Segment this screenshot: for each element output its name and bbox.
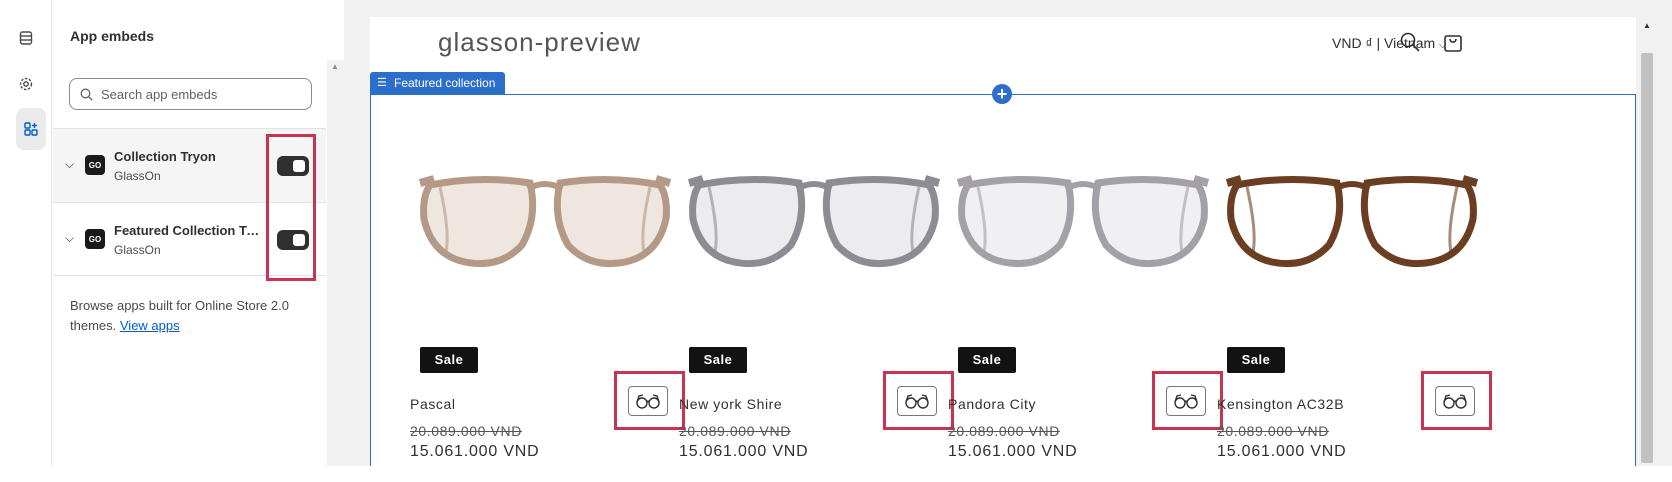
glasses-image[interactable] (948, 157, 1218, 272)
chevron-down-icon[interactable]: ⌵ (65, 157, 74, 172)
scrollbar-thumb[interactable] (1641, 53, 1653, 463)
sale-badge: Sale (958, 347, 1016, 373)
section-tag[interactable]: ☰ Featured collection (370, 72, 506, 94)
product-old-price: 20.089.000 VND (1217, 423, 1329, 439)
product-card[interactable]: Sale New york Shire 20.089.000 VND 15.061.0… (679, 157, 955, 460)
search-input[interactable]: Search app embeds (69, 78, 312, 110)
highlight-box (883, 371, 954, 430)
sections-icon: ☰ (377, 77, 387, 89)
currency-selector[interactable]: VND ₫ | Vietnam ⌵ (1332, 35, 1447, 51)
scroll-up-icon[interactable]: ▲ (331, 62, 339, 71)
product-old-price: 20.089.000 VND (679, 423, 791, 439)
glasses-image[interactable] (1217, 157, 1487, 272)
sections-icon[interactable] (10, 22, 42, 54)
product-name[interactable]: Pascal (410, 396, 456, 412)
product-name[interactable]: New york Shire (679, 396, 782, 412)
theme-editor: App embeds Search app embeds ⌵ GO Collec… (0, 0, 1672, 482)
product-old-price: 20.089.000 VND (948, 423, 1060, 439)
embed-vendor: GlassOn (114, 243, 161, 257)
glasson-logo: GO (85, 155, 105, 175)
view-apps-link[interactable]: View apps (120, 318, 180, 333)
glasses-image[interactable] (679, 157, 949, 272)
product-card[interactable]: Sale Pandora City 20.089.000 VND 15.061.000… (948, 157, 1224, 460)
browse-apps-text: Browse apps built for Online Store 2.0 t… (70, 298, 289, 333)
store-preview: glasson-preview VND ₫ | Vietnam ⌵ ☰ Featu… (370, 17, 1636, 466)
highlight-box (614, 371, 685, 430)
embed-name: Featured Collection Tryon (114, 223, 264, 238)
glasson-logo: GO (85, 229, 105, 249)
cart-icon[interactable] (1442, 31, 1464, 53)
product-card[interactable]: Sale Pascal 20.089.000 VND 15.061.000 VND (410, 157, 686, 460)
highlight-box (266, 134, 316, 281)
product-price: 15.061.000 VND (948, 443, 1078, 460)
embed-vendor: GlassOn (114, 169, 161, 183)
product-price: 15.061.000 VND (410, 443, 540, 460)
highlight-box (1421, 371, 1492, 430)
sale-badge: Sale (420, 347, 478, 373)
product-old-price: 20.089.000 VND (410, 423, 522, 439)
panel-scrollbar[interactable]: ▲ (327, 60, 344, 466)
chevron-down-icon[interactable]: ⌵ (65, 231, 74, 246)
scroll-up-icon[interactable]: ▲ (1643, 21, 1651, 30)
app-embeds-icon[interactable] (16, 108, 46, 150)
product-price: 15.061.000 VND (679, 443, 809, 460)
product-name[interactable]: Kensington AC32B (1217, 396, 1344, 412)
store-name[interactable]: glasson-preview (438, 27, 641, 58)
preview-scrollbar[interactable]: ▲ (1638, 17, 1656, 466)
product-card[interactable]: Sale Kensington AC32B 20.089.000 VND 15.061… (1217, 157, 1493, 460)
gear-icon[interactable] (10, 68, 42, 100)
sale-badge: Sale (689, 347, 747, 373)
icon-rail (0, 0, 52, 466)
product-price: 15.061.000 VND (1217, 443, 1347, 460)
highlight-box (1152, 371, 1223, 430)
glasses-image[interactable] (410, 157, 680, 272)
embed-name: Collection Tryon (114, 149, 216, 164)
add-section-button[interactable]: + (992, 84, 1012, 104)
product-name[interactable]: Pandora City (948, 396, 1036, 412)
search-icon (80, 88, 93, 100)
panel-title: App embeds (70, 28, 155, 44)
search-placeholder: Search app embeds (101, 86, 218, 102)
sale-badge: Sale (1227, 347, 1285, 373)
app-embeds-panel: App embeds Search app embeds ⌵ GO Collec… (53, 0, 344, 466)
search-icon[interactable] (1399, 31, 1421, 53)
